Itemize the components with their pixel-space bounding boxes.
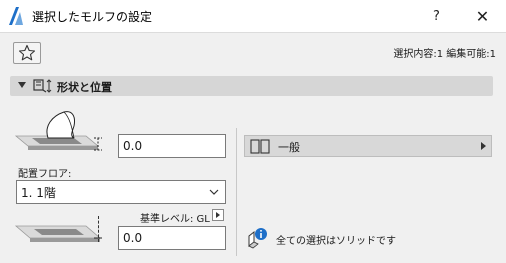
window-title: 選択したモルフの設定 xyxy=(32,10,153,24)
selection-info: 選択内容:1 編集可能:1 xyxy=(393,49,496,60)
general-label: 一般 xyxy=(278,141,300,154)
solid-info-icon xyxy=(248,228,267,249)
floor-select[interactable]: 1. 1階 xyxy=(16,180,226,204)
title-separator xyxy=(0,32,506,33)
reference-level-button[interactable] xyxy=(212,209,224,221)
chevron-down-icon xyxy=(209,189,219,195)
close-button[interactable]: ✕ xyxy=(460,0,505,32)
star-icon xyxy=(18,44,36,61)
top-offset-input[interactable]: 0.0 xyxy=(118,134,226,158)
bottom-offset-illustration xyxy=(14,225,102,242)
bottom-offset-input[interactable]: 0.0 xyxy=(118,226,226,250)
floor-label: 配置フロア: xyxy=(18,169,72,180)
solid-status-note: 全ての選択はソリッドです xyxy=(276,236,396,247)
chevron-right-icon xyxy=(481,142,486,150)
chevron-right-icon xyxy=(216,212,220,218)
panel-separator xyxy=(236,128,237,256)
archicad-app-icon xyxy=(9,7,23,25)
bottom-offset-dimension-line xyxy=(98,216,99,242)
section-title: 形状と位置 xyxy=(57,81,112,94)
reference-level-label: 基準レベル: GL xyxy=(140,214,210,225)
morph-geometry-icon xyxy=(33,79,52,93)
floor-select-value: 1. 1階 xyxy=(21,185,56,200)
top-offset-illustration xyxy=(14,111,102,151)
expand-arrow-icon xyxy=(18,82,26,88)
section-header-geometry[interactable]: 形状と位置 xyxy=(10,76,493,96)
help-button[interactable]: ? xyxy=(414,0,459,32)
favorites-button[interactable] xyxy=(13,42,41,64)
general-panels-icon xyxy=(250,139,270,154)
general-panel-button[interactable]: 一般 xyxy=(244,135,492,157)
